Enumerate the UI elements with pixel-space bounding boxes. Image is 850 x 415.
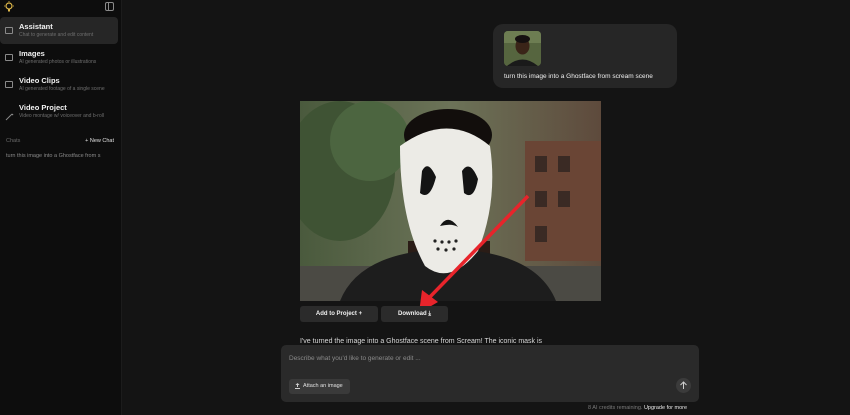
sidebar-item-title: Assistant	[19, 22, 53, 31]
attach-image-label: Attach an image	[303, 383, 343, 389]
chats-header: Chats + New Chat	[6, 138, 116, 146]
user-message-bubble: turn this image into a Ghostface from sc…	[493, 24, 677, 88]
chat-history-item[interactable]: turn this image into a Ghostface from s	[6, 153, 116, 159]
lightbulb-logo-icon[interactable]	[3, 1, 15, 13]
add-to-project-label: Add to Project	[315, 311, 357, 317]
sidebar-item-images[interactable]: Images AI generated photos or illustrati…	[0, 44, 118, 71]
chats-label: Chats	[6, 138, 21, 144]
send-button[interactable]	[676, 378, 691, 393]
sidebar-item-subtitle: Chat to generate and edit content	[19, 32, 94, 38]
new-chat-label: New Chat	[89, 138, 114, 144]
sidebar-nav: Assistant Chat to generate and edit cont…	[0, 17, 122, 125]
sidebar-item-title: Images	[19, 49, 45, 58]
download-label: Download	[398, 311, 427, 317]
collapse-sidebar-icon[interactable]	[105, 2, 114, 11]
sidebar-item-assistant[interactable]: Assistant Chat to generate and edit cont…	[0, 17, 118, 44]
upgrade-link[interactable]: Upgrade for more	[644, 405, 687, 411]
image-icon	[5, 54, 13, 61]
sidebar: Assistant Chat to generate and edit cont…	[0, 0, 122, 415]
sidebar-item-title: Video Project	[19, 103, 67, 112]
download-button[interactable]: Download ⤓	[381, 306, 448, 322]
prompt-input[interactable]	[289, 352, 669, 364]
sidebar-item-subtitle: AI generated photos or illustrations	[19, 59, 97, 65]
new-chat-button[interactable]: + New Chat	[85, 138, 114, 144]
download-icon: ⤓	[428, 311, 431, 317]
assistant-response-text: I've turned the image into a Ghostface s…	[300, 338, 543, 345]
chat-icon	[5, 27, 13, 34]
upload-icon	[295, 383, 300, 389]
sidebar-item-subtitle: Video montage w/ voiceover and b-roll	[19, 113, 104, 119]
uploaded-image-thumbnail[interactable]	[504, 31, 541, 66]
sidebar-item-video-clips[interactable]: Video Clips AI generated footage of a si…	[0, 71, 118, 98]
sidebar-item-title: Video Clips	[19, 76, 60, 85]
sidebar-item-subtitle: AI generated footage of a single scene	[19, 86, 105, 92]
add-to-project-button[interactable]: Add to Project +	[300, 306, 378, 322]
user-message-text: turn this image into a Ghostface from sc…	[504, 73, 653, 80]
magic-wand-icon	[5, 108, 14, 121]
generated-image[interactable]	[300, 101, 601, 301]
attach-image-button[interactable]: Attach an image	[289, 379, 350, 394]
sidebar-item-video-project[interactable]: Video Project Video montage w/ voiceover…	[0, 98, 118, 125]
credits-remaining-text: 8 AI credits remaining.	[588, 405, 643, 411]
film-icon	[5, 81, 13, 88]
arrow-up-icon	[680, 381, 687, 389]
plus-icon: +	[358, 311, 363, 317]
app-root: Assistant Chat to generate and edit cont…	[0, 0, 850, 415]
credits-footer: 8 AI credits remaining. Upgrade for more	[588, 405, 687, 411]
composer: Attach an image	[281, 345, 699, 402]
